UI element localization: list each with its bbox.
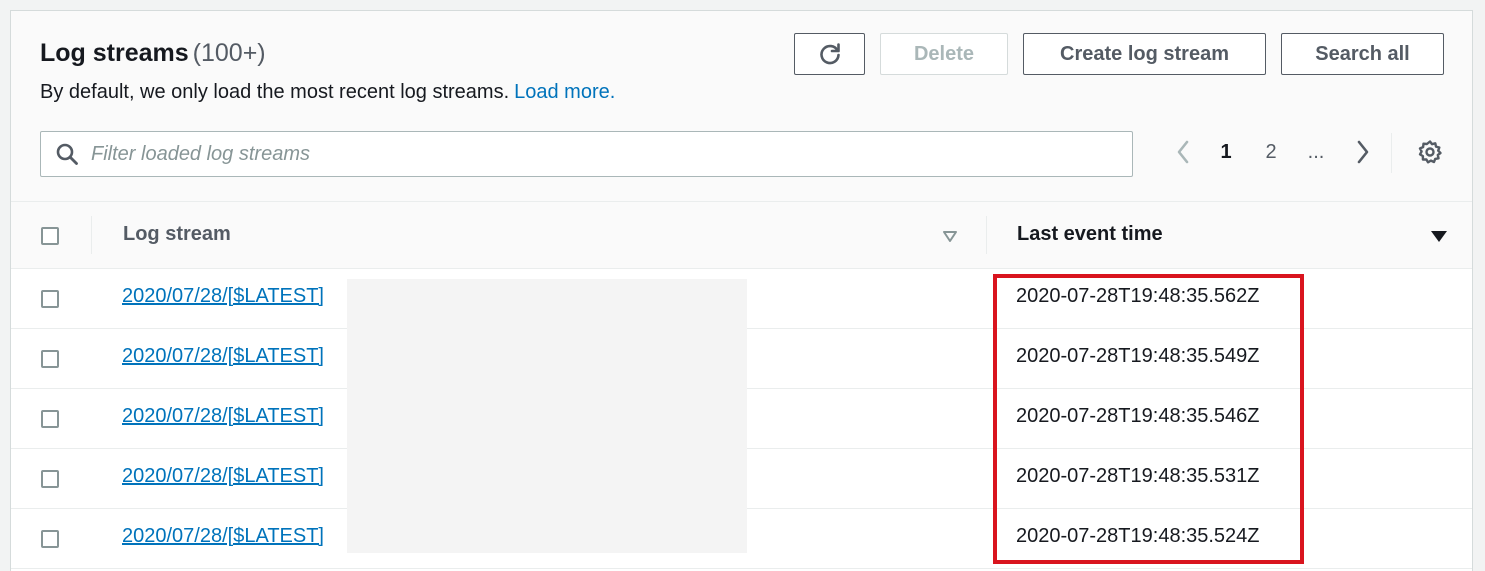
title-text: Log streams (40, 39, 189, 67)
search-all-button[interactable]: Search all (1281, 33, 1444, 75)
filter-input[interactable] (91, 132, 1121, 176)
column-separator (91, 216, 92, 254)
sort-indicator-icon[interactable] (942, 230, 958, 244)
load-more-link[interactable]: Load more. (514, 81, 615, 103)
row-checkbox[interactable] (41, 470, 59, 488)
stream-count: (100+) (192, 39, 266, 67)
log-streams-panel: Log streams (100+) By default, we only lo… (10, 10, 1473, 571)
refresh-button[interactable] (794, 33, 865, 75)
row-checkbox[interactable] (41, 350, 59, 368)
previous-page-button[interactable] (1171, 137, 1195, 167)
chevron-right-icon (1357, 140, 1369, 164)
header-description: By default, we only load the most recent… (40, 81, 615, 104)
row-checkbox[interactable] (41, 530, 59, 548)
log-stream-link[interactable]: 2020/07/28/[$LATEST] (122, 405, 324, 428)
table-header: Log stream Last event time (11, 202, 1472, 269)
row-checkbox[interactable] (41, 290, 59, 308)
timestamp-highlight-box (993, 274, 1304, 564)
page-title: Log streams (100+) (40, 39, 266, 68)
description-text: By default, we only load the most recent… (40, 81, 510, 103)
log-stream-link[interactable]: 2020/07/28/[$LATEST] (122, 465, 324, 488)
page-2-button[interactable]: 2 (1260, 137, 1282, 167)
filter-box (40, 131, 1133, 177)
log-stream-link[interactable]: 2020/07/28/[$LATEST] (122, 285, 324, 308)
pagination-ellipsis: ... (1307, 140, 1325, 163)
row-checkbox[interactable] (41, 410, 59, 428)
sort-descending-icon[interactable] (1430, 230, 1448, 244)
delete-button[interactable]: Delete (880, 33, 1008, 75)
pagination-divider (1391, 133, 1392, 173)
gear-icon (1418, 140, 1442, 164)
log-stream-link[interactable]: 2020/07/28/[$LATEST] (122, 525, 324, 548)
log-stream-link[interactable]: 2020/07/28/[$LATEST] (122, 345, 324, 368)
preferences-button[interactable] (1415, 137, 1445, 167)
log-stream-column-header[interactable]: Log stream (123, 223, 231, 246)
panel-header: Log streams (100+) By default, we only lo… (11, 11, 1472, 202)
create-log-stream-button[interactable]: Create log stream (1023, 33, 1266, 75)
column-separator (986, 216, 987, 254)
redaction-block (347, 279, 747, 553)
last-event-time-column-header[interactable]: Last event time (1017, 223, 1163, 246)
chevron-left-icon (1177, 140, 1189, 164)
select-all-checkbox[interactable] (41, 227, 59, 245)
search-icon (56, 143, 78, 165)
next-page-button[interactable] (1351, 137, 1375, 167)
page-1-button[interactable]: 1 (1215, 137, 1237, 167)
refresh-icon (819, 43, 840, 65)
